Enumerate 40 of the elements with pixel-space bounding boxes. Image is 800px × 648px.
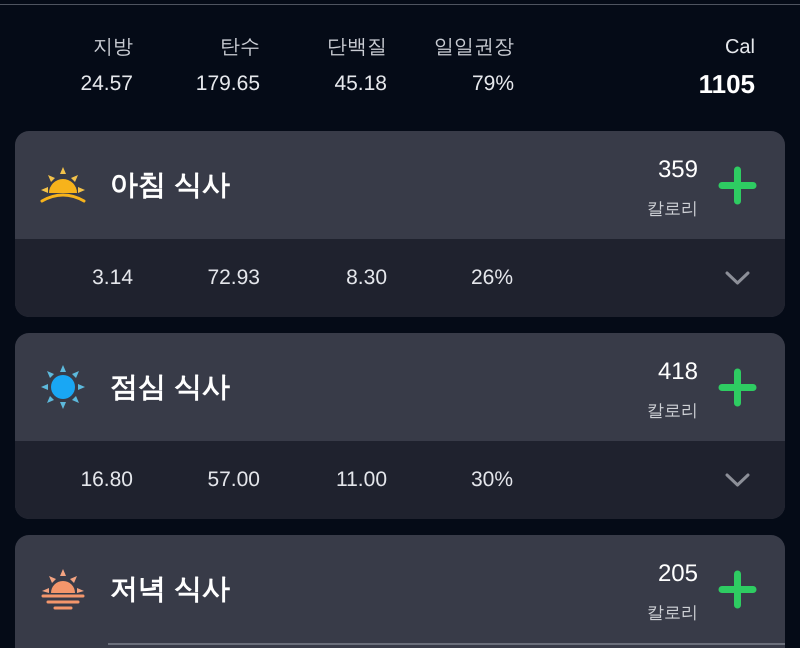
meal-title: 점심 식사 (110, 370, 230, 404)
calorie-label: Cal (724, 35, 755, 59)
expand-button[interactable] (725, 473, 750, 487)
sunset-icon (40, 568, 86, 610)
nutrient-value: 11.00 (336, 467, 387, 493)
nutrient-label: 탄수 (220, 35, 260, 59)
nutrient-value: 45.18 (334, 71, 387, 97)
meal-calories: 359 (658, 156, 698, 184)
meal-calories: 205 (658, 560, 698, 588)
plus-icon (718, 570, 757, 608)
nutrient-label: 단백질 (327, 35, 387, 59)
nutrient-value: 8.30 (346, 265, 387, 291)
calorie-unit-label: 칼로리 (647, 602, 698, 624)
calorie-total: 1105 (698, 71, 755, 97)
add-button[interactable] (718, 166, 757, 204)
nutrient-value: 30% (470, 467, 513, 493)
meal-title: 저녁 식사 (110, 572, 230, 606)
nutrient-value: 179.65 (196, 71, 260, 97)
meal-title: 아침 식사 (110, 168, 230, 202)
plus-icon (718, 368, 757, 406)
calorie-unit-label: 칼로리 (647, 198, 698, 220)
add-button[interactable] (718, 368, 757, 406)
plus-icon (718, 166, 757, 204)
nutrient-value: 57.00 (207, 467, 260, 493)
sunrise-icon (40, 166, 86, 204)
chevron-down-icon (725, 271, 750, 285)
sun-icon (40, 364, 86, 410)
nutrient-value: 72.93 (207, 265, 260, 291)
nutrient-value: 3.14 (92, 265, 133, 291)
expand-button[interactable] (725, 271, 750, 285)
nutrient-value: 79% (472, 71, 514, 97)
calorie-unit-label: 칼로리 (647, 400, 698, 422)
nutrient-label: 지방 (93, 35, 133, 59)
chevron-down-icon (725, 473, 750, 487)
meal-calories: 418 (658, 358, 698, 386)
nutrient-value: 24.57 (80, 71, 133, 97)
nutrient-value: 26% (470, 265, 513, 291)
nutrient-value: 16.80 (80, 467, 133, 493)
nutrient-label: 일일권장 (434, 35, 514, 59)
add-button[interactable] (718, 570, 757, 608)
